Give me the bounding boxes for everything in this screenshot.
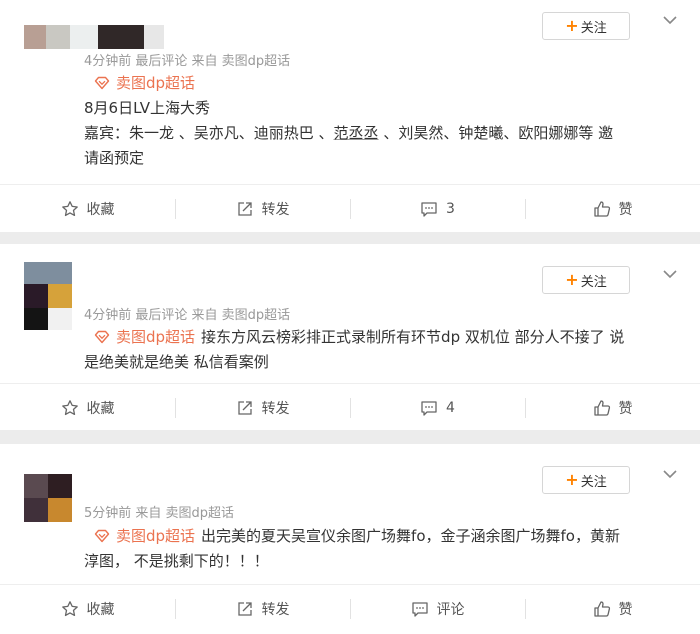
topic-tag-label: 卖图dp超话 bbox=[116, 328, 196, 346]
like-label: 赞 bbox=[618, 601, 633, 618]
post-line: 请函预定 bbox=[84, 149, 145, 167]
action-bar: 收藏 转发 4 赞 bbox=[0, 383, 700, 431]
like-label: 赞 bbox=[618, 201, 633, 218]
comment-button[interactable]: 3 bbox=[350, 185, 525, 232]
avatar[interactable] bbox=[24, 262, 72, 330]
mention-link[interactable]: 范丞丞 bbox=[334, 124, 379, 142]
post-text: 嘉宾：朱一龙 、吴亦凡、迪丽热巴 、 bbox=[84, 124, 334, 142]
star-icon bbox=[61, 200, 79, 218]
post-line: 淳图， 不是挑剩下的！！！ bbox=[84, 552, 269, 570]
forward-icon bbox=[236, 200, 254, 218]
forward-icon bbox=[236, 600, 254, 618]
like-label: 赞 bbox=[618, 400, 633, 417]
like-button[interactable]: 赞 bbox=[525, 185, 700, 232]
plus-icon: + bbox=[565, 270, 579, 289]
tag-icon bbox=[94, 330, 110, 344]
chevron-down-icon[interactable] bbox=[662, 268, 678, 280]
post-text: 接东方风云榜彩排正式录制所有环节dp 双机位 部分人不接了 说 bbox=[201, 328, 625, 346]
topic-tag[interactable]: 卖图dp超话 bbox=[94, 74, 195, 92]
comment-icon bbox=[411, 600, 429, 618]
forward-label: 转发 bbox=[261, 400, 290, 417]
post-meta: 4分钟前 最后评论 来自 卖图dp超话 bbox=[84, 54, 291, 69]
post-text: 出完美的夏天吴宣仪余图广场舞fo，金子涵余图广场舞fo，黄新 bbox=[201, 527, 620, 545]
follow-label: 关注 bbox=[580, 474, 607, 490]
like-icon bbox=[593, 600, 611, 618]
comment-count: 3 bbox=[446, 200, 455, 217]
tag-icon bbox=[94, 529, 110, 543]
comment-count: 4 bbox=[446, 399, 455, 416]
collect-label: 收藏 bbox=[86, 201, 115, 218]
plus-icon: + bbox=[565, 470, 579, 489]
like-button[interactable]: 赞 bbox=[525, 384, 700, 431]
post-line: 是绝美就是绝美 私信看案例 bbox=[84, 353, 269, 371]
follow-button[interactable]: + 关注 bbox=[542, 266, 630, 294]
post-meta: 4分钟前 最后评论 来自 卖图dp超话 bbox=[84, 308, 291, 323]
post-card: 4分钟前 最后评论 来自 卖图dp超话 + 关注 卖图dp超话 8月6日LV上海大… bbox=[0, 0, 700, 232]
comment-icon bbox=[420, 399, 438, 417]
like-icon bbox=[593, 200, 611, 218]
post-content: 卖图dp超话 8月6日LV上海大秀 嘉宾：朱一龙 、吴亦凡、迪丽热巴 、范丞丞 … bbox=[84, 71, 680, 171]
post-card: 4分钟前 最后评论 来自 卖图dp超话 + 关注 卖图dp超话 接东方风云榜彩排正式… bbox=[0, 244, 700, 430]
collect-button[interactable]: 收藏 bbox=[0, 185, 175, 232]
star-icon bbox=[61, 600, 79, 618]
topic-tag-label: 卖图dp超话 bbox=[116, 74, 196, 92]
follow-label: 关注 bbox=[580, 274, 607, 290]
forward-label: 转发 bbox=[261, 601, 290, 618]
post-card: 5分钟前 来自 卖图dp超话 + 关注 卖图dp超话 出完美的夏天吴宣仪余图广场舞f… bbox=[0, 444, 700, 634]
topic-tag[interactable]: 卖图dp超话 bbox=[94, 527, 195, 545]
tag-icon bbox=[94, 76, 110, 90]
chevron-down-icon[interactable] bbox=[662, 468, 678, 480]
star-icon bbox=[61, 399, 79, 417]
comment-icon bbox=[420, 200, 438, 218]
forward-button[interactable]: 转发 bbox=[175, 185, 350, 232]
post-line: 卖图dp超话 出完美的夏天吴宣仪余图广场舞fo，金子涵余图广场舞fo，黄新 bbox=[84, 524, 680, 549]
follow-label: 关注 bbox=[580, 20, 607, 36]
follow-button[interactable]: + 关注 bbox=[542, 466, 630, 494]
post-line: 卖图dp超话 接东方风云榜彩排正式录制所有环节dp 双机位 部分人不接了 说 bbox=[84, 325, 680, 350]
action-bar: 收藏 转发 3 赞 bbox=[0, 184, 700, 232]
collect-label: 收藏 bbox=[86, 400, 115, 417]
comment-label: 评论 bbox=[436, 601, 465, 618]
topic-tag-label: 卖图dp超话 bbox=[116, 527, 196, 545]
avatar[interactable] bbox=[24, 25, 164, 49]
forward-button[interactable]: 转发 bbox=[175, 384, 350, 431]
weibo-feed: 4分钟前 最后评论 来自 卖图dp超话 + 关注 卖图dp超话 8月6日LV上海大… bbox=[0, 0, 700, 634]
forward-icon bbox=[236, 399, 254, 417]
chevron-down-icon[interactable] bbox=[662, 14, 678, 26]
post-content: 卖图dp超话 出完美的夏天吴宣仪余图广场舞fo，金子涵余图广场舞fo，黄新 淳图，… bbox=[84, 524, 680, 574]
collect-label: 收藏 bbox=[86, 601, 115, 618]
post-content: 卖图dp超话 接东方风云榜彩排正式录制所有环节dp 双机位 部分人不接了 说 是绝… bbox=[84, 325, 680, 375]
topic-tag[interactable]: 卖图dp超话 bbox=[94, 328, 195, 346]
follow-button[interactable]: + 关注 bbox=[542, 12, 630, 40]
plus-icon: + bbox=[565, 16, 579, 35]
avatar[interactable] bbox=[24, 474, 72, 522]
collect-button[interactable]: 收藏 bbox=[0, 585, 175, 632]
like-icon bbox=[593, 399, 611, 417]
comment-button[interactable]: 4 bbox=[350, 384, 525, 431]
action-bar: 收藏 转发 评论 赞 bbox=[0, 584, 700, 632]
post-text: 、刘昊然、钟楚曦、欧阳娜娜等 邀 bbox=[378, 124, 614, 142]
comment-button[interactable]: 评论 bbox=[350, 585, 525, 632]
forward-label: 转发 bbox=[261, 201, 290, 218]
collect-button[interactable]: 收藏 bbox=[0, 384, 175, 431]
post-line: 嘉宾：朱一龙 、吴亦凡、迪丽热巴 、范丞丞 、刘昊然、钟楚曦、欧阳娜娜等 邀 bbox=[84, 121, 680, 146]
post-meta: 5分钟前 来自 卖图dp超话 bbox=[84, 506, 235, 521]
forward-button[interactable]: 转发 bbox=[175, 585, 350, 632]
like-button[interactable]: 赞 bbox=[525, 585, 700, 632]
post-line: 8月6日LV上海大秀 bbox=[84, 99, 211, 117]
